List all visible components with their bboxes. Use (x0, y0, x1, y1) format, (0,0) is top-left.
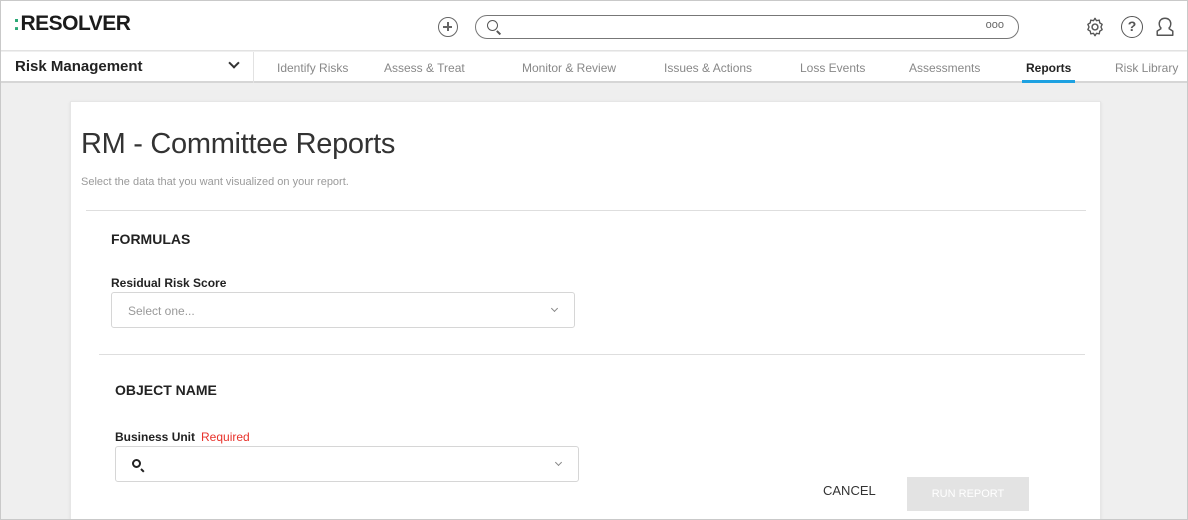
page-subtitle: Select the data that you want visualized… (81, 176, 349, 188)
field-label-business-unit: Business Unit Required (115, 430, 250, 444)
chevron-down-icon (554, 458, 563, 467)
logo-colon: : (13, 12, 20, 35)
page-title: RM - Committee Reports (81, 128, 396, 160)
divider (99, 354, 1085, 355)
business-unit-search-select[interactable] (115, 446, 579, 482)
main-nav: Risk Management Identify Risks Assess & … (1, 52, 1187, 83)
search-icon (132, 459, 141, 468)
chevron-down-icon (228, 57, 240, 69)
logo-text: RESOLVER (20, 12, 131, 35)
required-indicator: Required (201, 430, 250, 444)
resolver-logo[interactable]: :RESOLVER (13, 12, 131, 36)
user-icon[interactable] (1154, 16, 1176, 38)
gear-icon[interactable] (1084, 16, 1106, 38)
global-search-input[interactable]: ooo (475, 15, 1019, 39)
tab-reports[interactable]: Reports (1021, 61, 1076, 83)
more-dots-icon[interactable]: ooo (986, 19, 1004, 31)
tab-identify-risks[interactable]: Identify Risks (277, 61, 348, 75)
plus-circle-icon[interactable] (438, 17, 458, 37)
select-placeholder: Select one... (128, 304, 195, 318)
chevron-down-icon (550, 304, 559, 313)
help-icon[interactable]: ? (1121, 16, 1143, 38)
field-label-residual-risk-score: Residual Risk Score (111, 276, 227, 290)
tab-loss-events[interactable]: Loss Events (800, 61, 865, 75)
tab-risk-library[interactable]: Risk Library (1115, 61, 1178, 75)
divider (86, 210, 1086, 211)
search-icon (487, 20, 498, 31)
tab-issues-actions[interactable]: Issues & Actions (664, 61, 752, 75)
tab-assessments[interactable]: Assessments (909, 61, 980, 75)
app-selector[interactable]: Risk Management (1, 52, 254, 83)
residual-risk-score-select[interactable]: Select one... (111, 292, 575, 328)
cancel-button[interactable]: CANCEL (823, 483, 876, 498)
app-window: :RESOLVER ooo ? Risk Management Identify… (0, 0, 1188, 520)
section-heading-formulas: FORMULAS (111, 231, 191, 247)
business-unit-label: Business Unit (115, 430, 196, 444)
tab-monitor-review[interactable]: Monitor & Review (522, 61, 616, 75)
tab-assess-treat[interactable]: Assess & Treat (384, 61, 465, 75)
app-name: Risk Management (15, 58, 143, 75)
section-heading-object-name: OBJECT NAME (115, 382, 217, 398)
top-bar: :RESOLVER ooo ? (1, 1, 1187, 51)
run-report-button[interactable]: RUN REPORT (907, 477, 1029, 511)
report-form-card: RM - Committee Reports Select the data t… (70, 101, 1101, 519)
